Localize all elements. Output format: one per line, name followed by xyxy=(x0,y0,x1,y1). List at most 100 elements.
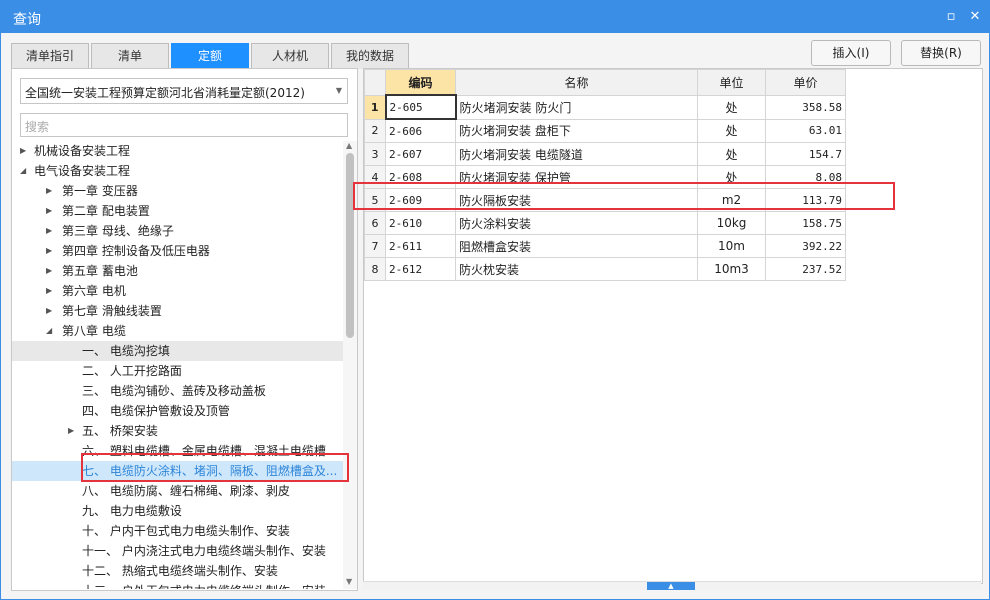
tree-item-label: 十一、 户内浇注式电力电缆终端头制作、安装 xyxy=(82,544,326,558)
cell-name[interactable]: 防火堵洞安装 防火门 xyxy=(455,94,698,120)
tab-my-data[interactable]: 我的数据 xyxy=(331,43,409,69)
search-input[interactable]: 搜索 xyxy=(20,113,348,137)
expand-arrow-icon[interactable]: ▶ xyxy=(46,261,56,281)
column-header-unit[interactable]: 单位 xyxy=(697,69,766,96)
cell-code[interactable]: 2-612 xyxy=(385,257,456,281)
tree-item[interactable]: ▶ 第四章 控制设备及低压电器 xyxy=(12,241,343,261)
cell-unit[interactable]: 10m3 xyxy=(697,257,766,281)
tree-item[interactable]: ▶ 第二章 配电装置 xyxy=(12,201,343,221)
tree-item[interactable]: 十一、 户内浇注式电力电缆终端头制作、安装 xyxy=(12,541,343,561)
column-header-index xyxy=(364,69,386,96)
tree-item[interactable]: ▶ 第三章 母线、绝缘子 xyxy=(12,221,343,241)
cell-name[interactable]: 防火堵洞安装 盘柜下 xyxy=(455,118,698,143)
insert-button[interactable]: 插入(I) xyxy=(811,40,891,66)
cell-price[interactable]: 237.52 xyxy=(765,257,846,281)
highlight-box-row xyxy=(353,182,895,210)
close-icon[interactable]: ✕ xyxy=(967,9,983,25)
tree-item[interactable]: 十、 户内干包式电力电缆头制作、安装 xyxy=(12,521,343,541)
cell-price[interactable]: 154.7 xyxy=(765,142,846,166)
tree-item[interactable]: 一、 电缆沟挖填 xyxy=(12,341,343,361)
collapse-arrow-icon[interactable]: ◢ xyxy=(46,321,56,341)
tree-item-label: 九、 电力电缆敷设 xyxy=(82,504,182,518)
tree-item-label: 二、 人工开挖路面 xyxy=(82,364,182,378)
expand-arrow-icon[interactable]: ▶ xyxy=(46,201,56,221)
tree-item[interactable]: ◢ 电气设备安装工程 xyxy=(12,161,343,181)
cell-price[interactable]: 358.58 xyxy=(765,94,846,120)
column-header-code[interactable]: 编码 xyxy=(385,69,456,96)
tree-item[interactable]: ▶ 第五章 蓄电池 xyxy=(12,261,343,281)
bottom-splitter[interactable]: ▲ xyxy=(363,581,981,590)
expand-arrow-icon[interactable]: ▶ xyxy=(46,301,56,321)
cell-name[interactable]: 防火堵洞安装 电缆隧道 xyxy=(455,142,698,166)
tree-item[interactable]: ▶ 机械设备安装工程 xyxy=(12,141,343,161)
restore-icon[interactable]: ▫ xyxy=(943,9,959,25)
tree-item[interactable]: ▶ 第一章 变压器 xyxy=(12,181,343,201)
expand-arrow-icon[interactable]: ▶ xyxy=(46,221,56,241)
tree-item-label: 机械设备安装工程 xyxy=(34,144,131,158)
cell-unit[interactable]: 处 xyxy=(697,118,766,143)
tree-item[interactable]: 九、 电力电缆敷设 xyxy=(12,501,343,521)
expand-arrow-icon[interactable]: ▶ xyxy=(46,241,56,261)
tab-labor-material-machine[interactable]: 人材机 xyxy=(251,43,329,69)
row-index: 6 xyxy=(364,211,386,235)
column-header-name[interactable]: 名称 xyxy=(455,69,698,96)
tab-bill-guide[interactable]: 清单指引 xyxy=(11,43,89,69)
tree-item[interactable]: 十三、 户外干包式电力电缆终端头制作、安装 xyxy=(12,581,343,589)
tree-item[interactable]: ▶ 第七章 滑触线装置 xyxy=(12,301,343,321)
cell-code[interactable]: 2-605 xyxy=(384,94,457,120)
tree-item[interactable]: 三、 电缆沟铺砂、盖砖及移动盖板 xyxy=(12,381,343,401)
tree-item[interactable]: ◢ 第八章 电缆 xyxy=(12,321,343,341)
table-row[interactable]: 1 2-605 防火堵洞安装 防火门 处 358.58 xyxy=(364,94,846,120)
splitter-grip-icon[interactable]: ▲ xyxy=(647,582,695,590)
tree-item[interactable]: 十二、 热缩式电缆终端头制作、安装 xyxy=(12,561,343,581)
table-row[interactable]: 7 2-611 阻燃槽盒安装 10m 392.22 xyxy=(364,234,846,258)
quota-tree-panel: 全国统一安装工程预算定额河北省消耗量定额(2012) ▼ 搜索 ▶ 机械设备安装… xyxy=(11,68,358,591)
table-row[interactable]: 6 2-610 防火涂料安装 10kg 158.75 xyxy=(364,211,846,235)
table-row[interactable]: 3 2-607 防火堵洞安装 电缆隧道 处 154.7 xyxy=(364,142,846,166)
table-row[interactable]: 8 2-612 防火枕安装 10m3 237.52 xyxy=(364,257,846,281)
tree-item[interactable]: ▶ 五、 桥架安装 xyxy=(12,421,343,441)
expand-arrow-icon[interactable]: ▶ xyxy=(68,421,78,441)
cell-code[interactable]: 2-610 xyxy=(385,211,456,235)
cell-code[interactable]: 2-607 xyxy=(385,142,456,166)
tree-item[interactable]: 二、 人工开挖路面 xyxy=(12,361,343,381)
expand-arrow-icon[interactable]: ▶ xyxy=(20,141,30,161)
column-header-price[interactable]: 单价 xyxy=(765,69,846,96)
tab-quota[interactable]: 定额 xyxy=(171,43,249,69)
cell-name[interactable]: 阻燃槽盒安装 xyxy=(455,234,698,258)
tree-item-label: 第六章 电机 xyxy=(62,284,126,298)
tree-item[interactable]: 八、 电缆防腐、缠石棉绳、刷漆、剥皮 xyxy=(12,481,343,501)
row-index: 2 xyxy=(364,118,386,143)
cell-name[interactable]: 防火涂料安装 xyxy=(455,211,698,235)
tree-item-label: 第二章 配电装置 xyxy=(62,204,150,218)
scroll-up-icon[interactable]: ▲ xyxy=(346,141,352,150)
tree-item[interactable]: ▶ 第六章 电机 xyxy=(12,281,343,301)
cell-unit[interactable]: 处 xyxy=(697,142,766,166)
tree-item[interactable]: 四、 电缆保护管敷设及顶管 xyxy=(12,401,343,421)
cell-unit[interactable]: 10m xyxy=(697,234,766,258)
cell-code[interactable]: 2-606 xyxy=(385,118,456,143)
chevron-down-icon[interactable]: ▼ xyxy=(336,86,342,95)
scroll-down-icon[interactable]: ▼ xyxy=(346,577,352,586)
cell-price[interactable]: 158.75 xyxy=(765,211,846,235)
cell-price[interactable]: 63.01 xyxy=(765,118,846,143)
cell-unit[interactable]: 处 xyxy=(697,94,766,120)
tab-bill[interactable]: 清单 xyxy=(91,43,169,69)
tree-item-label: 八、 电缆防腐、缠石棉绳、刷漆、剥皮 xyxy=(82,484,290,498)
cell-name[interactable]: 防火枕安装 xyxy=(455,257,698,281)
cell-unit[interactable]: 10kg xyxy=(697,211,766,235)
scroll-thumb[interactable] xyxy=(346,153,354,338)
quota-library-select[interactable]: 全国统一安装工程预算定额河北省消耗量定额(2012) ▼ xyxy=(20,78,348,104)
table-row[interactable]: 2 2-606 防火堵洞安装 盘柜下 处 63.01 xyxy=(364,118,846,143)
cell-price[interactable]: 392.22 xyxy=(765,234,846,258)
expand-arrow-icon[interactable]: ▶ xyxy=(46,181,56,201)
tree-item-label: 三、 电缆沟铺砂、盖砖及移动盖板 xyxy=(82,384,266,398)
cell-code[interactable]: 2-611 xyxy=(385,234,456,258)
tree-item-label: 四、 电缆保护管敷设及顶管 xyxy=(82,404,230,418)
collapse-arrow-icon[interactable]: ◢ xyxy=(20,161,30,181)
tree-item-label: 第三章 母线、绝缘子 xyxy=(62,224,174,238)
replace-button[interactable]: 替换(R) xyxy=(901,40,981,66)
title-bar[interactable]: 查询 ▫ ✕ xyxy=(1,1,989,33)
expand-arrow-icon[interactable]: ▶ xyxy=(46,281,56,301)
tree-item-label: 第五章 蓄电池 xyxy=(62,264,138,278)
